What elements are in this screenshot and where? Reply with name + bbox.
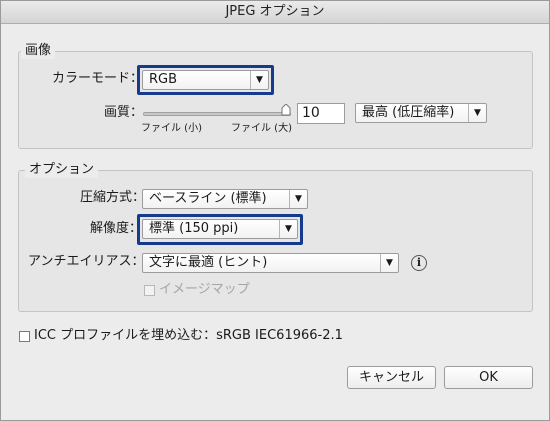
info-icon[interactable]: i xyxy=(411,255,427,271)
quality-preset-select[interactable]: 最高 (低圧縮率) ▼ xyxy=(355,103,487,123)
antialias-label: アンチエイリアス： xyxy=(28,254,145,269)
quality-label: 画質： xyxy=(104,105,144,120)
color-mode-value: RGB xyxy=(149,72,178,87)
quality-slider-thumb[interactable] xyxy=(281,104,291,116)
quality-slider-track[interactable] xyxy=(143,112,291,116)
resolution-select[interactable]: 標準 (150 ppi) ▼ xyxy=(142,219,298,239)
color-mode-label: カラーモード： xyxy=(52,71,144,86)
compression-value: ベースライン (標準) xyxy=(149,191,267,206)
antialias-value: 文字に最適 (ヒント) xyxy=(149,255,268,270)
jpeg-options-dialog: JPEG オプション 画像 カラーモード： RGB ▼ 画質： ファイル (小)… xyxy=(0,0,550,421)
antialias-select[interactable]: 文字に最適 (ヒント) ▼ xyxy=(142,253,399,273)
slider-left-label: ファイル (小) xyxy=(141,123,202,134)
imagemap-label: イメージマップ xyxy=(159,282,250,297)
image-group-title: 画像 xyxy=(21,43,56,59)
icc-label: ICC プロファイルを埋め込む：sRGB IEC61966-2.1 xyxy=(34,328,343,343)
chevron-down-icon: ▼ xyxy=(380,254,398,272)
quality-preset-value: 最高 (低圧縮率) xyxy=(362,105,455,120)
resolution-value: 標準 (150 ppi) xyxy=(149,221,239,236)
cancel-button[interactable]: キャンセル xyxy=(347,366,436,389)
resolution-label: 解像度： xyxy=(90,221,143,236)
imagemap-checkbox[interactable] xyxy=(144,285,155,296)
icc-checkbox[interactable] xyxy=(19,331,30,342)
color-mode-select[interactable]: RGB ▼ xyxy=(142,70,269,90)
ok-button[interactable]: OK xyxy=(444,366,533,389)
compression-label: 圧縮方式： xyxy=(80,190,146,205)
quality-value-field[interactable]: 10 xyxy=(297,103,345,124)
chevron-down-icon: ▼ xyxy=(250,71,268,89)
chevron-down-icon: ▼ xyxy=(279,220,297,238)
options-group-title: オプション xyxy=(25,162,99,178)
chevron-down-icon: ▼ xyxy=(289,190,307,208)
compression-select[interactable]: ベースライン (標準) ▼ xyxy=(142,189,308,209)
chevron-down-icon: ▼ xyxy=(468,104,486,122)
slider-right-label: ファイル (大) xyxy=(231,123,292,134)
window-title: JPEG オプション xyxy=(1,1,549,24)
